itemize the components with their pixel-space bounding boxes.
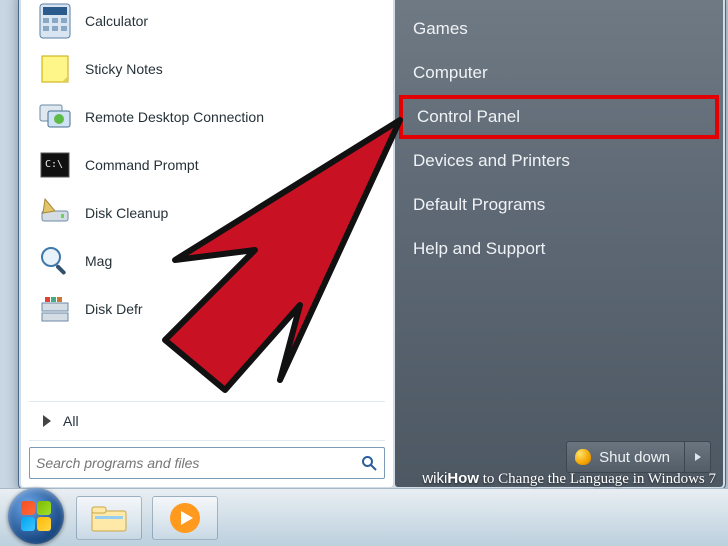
program-cmd[interactable]: C:\ Command Prompt (29, 141, 391, 189)
separator (29, 440, 385, 441)
right-item-devices[interactable]: Devices and Printers (395, 139, 723, 183)
all-programs[interactable]: All (23, 404, 391, 438)
program-defrag[interactable]: Disk Defr (29, 285, 391, 333)
disk-cleanup-icon (35, 193, 75, 233)
program-label: Disk Cleanup (85, 205, 168, 221)
program-label: Disk Defr (85, 301, 143, 317)
right-item-default-programs[interactable]: Default Programs (395, 183, 723, 227)
program-label: Calculator (85, 13, 148, 29)
search-row (23, 443, 391, 481)
search-input[interactable] (36, 455, 360, 471)
defrag-icon (35, 289, 75, 329)
start-right-pane: Games Computer Control Panel Devices and… (395, 0, 723, 487)
svg-text:C:\: C:\ (45, 159, 63, 170)
program-label: Sticky Notes (85, 61, 163, 77)
cmd-icon: C:\ (35, 145, 75, 185)
right-item-label: Computer (413, 63, 488, 82)
rdp-icon (35, 97, 75, 137)
tutorial-caption: wikiHow to Change the Language in Window… (422, 470, 716, 488)
search-box[interactable] (29, 447, 385, 479)
program-disk-cleanup[interactable]: Disk Cleanup (29, 189, 391, 237)
programs-list: Calculator Sticky Notes Remote Desktop C… (23, 0, 391, 399)
separator (29, 401, 385, 402)
right-item-control-panel[interactable]: Control Panel (399, 95, 719, 139)
program-label: Command Prompt (85, 157, 199, 173)
shutdown-options-arrow[interactable] (684, 442, 710, 472)
taskbar (0, 488, 728, 546)
shutdown-button[interactable]: Shut down (566, 441, 711, 473)
search-icon (360, 454, 378, 472)
right-list: Games Computer Control Panel Devices and… (395, 1, 723, 437)
calculator-icon (35, 1, 75, 41)
all-programs-label: All (63, 413, 79, 429)
shield-icon (575, 449, 591, 465)
right-item-label: Default Programs (413, 195, 545, 214)
start-button[interactable] (8, 488, 64, 544)
taskbar-explorer[interactable] (76, 496, 142, 540)
program-rdp[interactable]: Remote Desktop Connection (29, 93, 391, 141)
media-player-icon (168, 501, 202, 535)
right-item-label: Games (413, 19, 468, 38)
start-menu: Calculator Sticky Notes Remote Desktop C… (18, 0, 726, 490)
right-item-computer[interactable]: Computer (395, 51, 723, 95)
program-sticky-notes[interactable]: Sticky Notes (29, 45, 391, 93)
program-label: Remote Desktop Connection (85, 109, 264, 125)
program-magnifier[interactable]: Mag (29, 237, 391, 285)
right-item-label: Control Panel (417, 107, 520, 126)
sticky-notes-icon (35, 49, 75, 89)
shutdown-main[interactable]: Shut down (567, 449, 684, 466)
caption-text: to Change the Language in Windows 7 (479, 471, 716, 487)
program-label: Mag (85, 253, 112, 269)
explorer-icon (90, 503, 128, 533)
taskbar-media-player[interactable] (152, 496, 218, 540)
right-item-help[interactable]: Help and Support (395, 227, 723, 271)
chevron-right-icon (43, 415, 51, 427)
program-calculator[interactable]: Calculator (29, 0, 391, 45)
start-left-pane: Calculator Sticky Notes Remote Desktop C… (21, 0, 393, 487)
right-item-label: Help and Support (413, 239, 545, 258)
magnifier-icon (35, 241, 75, 281)
shutdown-label: Shut down (599, 449, 670, 466)
right-item-label: Devices and Printers (413, 151, 570, 170)
right-item-games[interactable]: Games (395, 7, 723, 51)
